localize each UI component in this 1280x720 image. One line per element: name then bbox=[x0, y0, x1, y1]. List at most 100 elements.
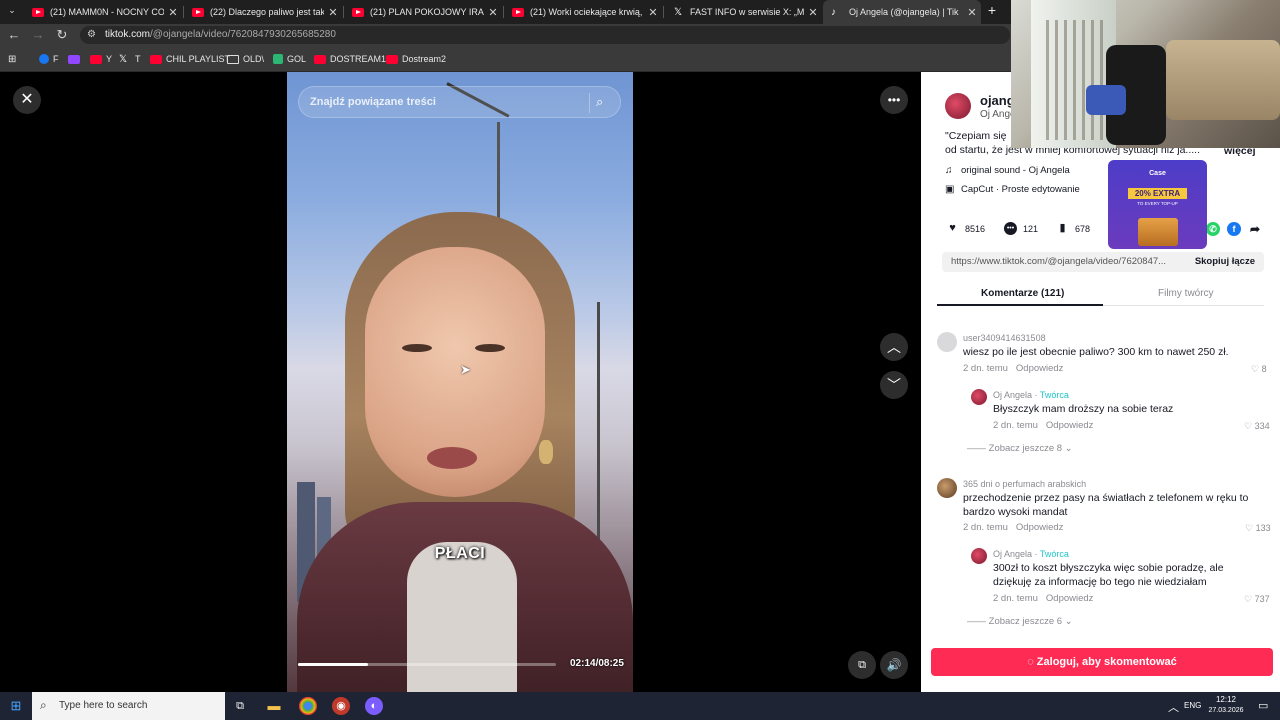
more-options-button[interactable]: ••• bbox=[880, 86, 908, 114]
reply-like[interactable]: ♡ 737 bbox=[1244, 594, 1270, 605]
close-video-button[interactable]: ✕ bbox=[13, 86, 41, 114]
back-button[interactable]: ← bbox=[6, 27, 22, 43]
tab-comments[interactable]: Komentarze (121) bbox=[981, 288, 1064, 299]
video-progress-bar[interactable] bbox=[298, 663, 556, 666]
whatsapp-icon[interactable]: ✆ bbox=[1206, 222, 1220, 236]
bookmark-label: OLD\ bbox=[243, 54, 265, 64]
browser-tab[interactable]: (21) PLAN POKOJOWY IRAN-U ✕ bbox=[344, 0, 502, 24]
bookmark-item[interactable]: DOSTREAM1 bbox=[314, 52, 386, 66]
windows-start-icon[interactable]: ⊞ bbox=[7, 697, 25, 715]
view-more-replies[interactable]: —— Zobacz jeszcze 6 ⌄ bbox=[967, 616, 1073, 627]
video-link[interactable]: https://www.tiktok.com/@ojangela/video/7… bbox=[951, 256, 1176, 267]
reply-meta: 2 dn. temu Odpowiedz bbox=[993, 420, 1093, 431]
close-icon[interactable]: ✕ bbox=[164, 6, 182, 19]
clock-date[interactable]: 27.03.2026 bbox=[1200, 707, 1252, 714]
taskbar-search-input[interactable]: ⌕ Type here to search bbox=[32, 692, 225, 720]
creator-avatar[interactable] bbox=[945, 93, 971, 119]
browser-tab[interactable]: (22) Dlaczego paliwo jest takie ✕ bbox=[184, 0, 342, 24]
video-player[interactable]: Znajdź powiązane treści ⌕ PŁACI 02:14/08… bbox=[287, 72, 633, 692]
like-button[interactable]: ♥ 8516 bbox=[946, 222, 985, 235]
bookmark-item[interactable] bbox=[68, 52, 84, 66]
capcut-link[interactable]: ▣ CapCut · Proste edytowanie bbox=[945, 184, 1080, 195]
close-icon[interactable]: ✕ bbox=[484, 6, 502, 19]
next-video-button[interactable]: ﹀ bbox=[880, 371, 908, 399]
reply-button[interactable]: Odpowiedz bbox=[1046, 420, 1094, 431]
facebook-icon[interactable]: f bbox=[1227, 222, 1241, 236]
forward-button[interactable]: → bbox=[30, 27, 46, 43]
creator-reply-avatar[interactable] bbox=[971, 389, 987, 405]
browser-tab[interactable]: (21) MAMM0N - NOCNY COUN ✕ bbox=[24, 0, 182, 24]
comment-username[interactable]: 365 dni o perfumach arabskich bbox=[963, 479, 1086, 489]
bookmark-label: Dostream2 bbox=[402, 54, 447, 64]
task-view-icon[interactable]: ⧉ bbox=[231, 697, 249, 715]
url-input[interactable]: ⚙ tiktok.com/@ojangela/video/76208479302… bbox=[80, 26, 1010, 44]
reload-button[interactable]: ↻ bbox=[54, 27, 70, 43]
file-explorer-icon[interactable]: ▬ bbox=[265, 697, 283, 715]
clock-time[interactable]: 12:12 bbox=[1206, 695, 1246, 704]
tab-search-icon[interactable]: ⌄ bbox=[4, 5, 20, 19]
notification-icon[interactable]: ▭ bbox=[1258, 699, 1268, 712]
ad-headline: 20% EXTRA bbox=[1128, 188, 1187, 199]
tab-label: FAST INFO w serwisie X: „Minist bbox=[690, 7, 804, 17]
reply-username[interactable]: Oj Angela · Twórca bbox=[993, 390, 1069, 400]
app-icon[interactable]: ◉ bbox=[332, 697, 350, 715]
volume-button[interactable]: 🔊 bbox=[880, 651, 908, 679]
pip-button[interactable]: ⧉ bbox=[848, 651, 876, 679]
app-icon[interactable]: ◐ bbox=[365, 697, 383, 715]
comment-like[interactable]: ♡ 133 bbox=[1245, 523, 1271, 534]
browser-tab-active[interactable]: ♪ Oj Angela (@ojangela) | Tik ✕ bbox=[823, 0, 981, 24]
video-stage: ✕ Znajdź powiązane treści ⌕ PŁACI 02:14/… bbox=[0, 72, 921, 692]
reply-button[interactable]: Odpowiedz bbox=[1046, 593, 1094, 604]
new-tab-button[interactable]: + bbox=[984, 2, 1000, 20]
creator-reply-avatar[interactable] bbox=[971, 548, 987, 564]
youtube-icon bbox=[386, 54, 398, 64]
reply-username[interactable]: Oj Angela · Twórca bbox=[993, 549, 1069, 559]
bookmark-item[interactable]: F bbox=[39, 52, 59, 66]
copy-link-button[interactable]: Skopiuj łącze bbox=[1195, 256, 1255, 267]
details-panel: ojang Oj Ange "Czepiam się od startu, że… bbox=[921, 72, 1280, 692]
close-icon[interactable]: ✕ bbox=[963, 6, 981, 19]
close-icon[interactable]: ✕ bbox=[324, 6, 342, 19]
comment-meta: 2 dn. temu Odpowiedz bbox=[963, 522, 1063, 533]
close-icon[interactable]: ✕ bbox=[644, 6, 662, 19]
site-info-icon[interactable]: ⚙ bbox=[87, 29, 96, 40]
login-to-comment-button[interactable]: ◌ Zaloguj, aby skomentować bbox=[931, 648, 1273, 676]
language-indicator[interactable]: ENG bbox=[1184, 701, 1201, 710]
browser-tab[interactable]: 𝕏 FAST INFO w serwisie X: „Minist ✕ bbox=[664, 0, 822, 24]
comment-button[interactable]: ••• 121 bbox=[1004, 222, 1038, 235]
search-icon[interactable]: ⌕ bbox=[596, 94, 603, 110]
comment-avatar[interactable] bbox=[937, 478, 957, 498]
reply-button[interactable]: Odpowiedz bbox=[1016, 363, 1064, 374]
search-placeholder: Znajdź powiązane treści bbox=[310, 96, 436, 108]
share-arrow-icon[interactable]: ➦ bbox=[1248, 222, 1262, 236]
tab-creator-videos[interactable]: Filmy twórcy bbox=[1158, 288, 1214, 299]
reply-like[interactable]: ♡ 334 bbox=[1244, 421, 1270, 432]
bookmark-item[interactable]: OLD\ bbox=[227, 52, 264, 66]
bookmark-item[interactable]: Y bbox=[90, 52, 112, 66]
creator-name[interactable]: ojang bbox=[980, 93, 1015, 108]
bookmark-item[interactable]: 𝕏 T bbox=[119, 52, 141, 66]
comment-username[interactable]: user3409414631508 bbox=[963, 333, 1046, 343]
comment-like[interactable]: ♡ 8 bbox=[1251, 364, 1267, 375]
ad-popup[interactable]: Case 20% EXTRA TO EVERY TOP-UP bbox=[1108, 160, 1207, 249]
comment-text: przechodzenie przez pasy na światłach z … bbox=[963, 492, 1249, 518]
previous-video-button[interactable]: ︿ bbox=[880, 333, 908, 361]
apps-grid-icon[interactable]: ⊞ bbox=[8, 52, 16, 66]
tray-chevron-icon[interactable]: ︿ bbox=[1168, 699, 1179, 715]
reply-button[interactable]: Odpowiedz bbox=[1016, 522, 1064, 533]
youtube-icon bbox=[314, 54, 326, 64]
chrome-icon[interactable] bbox=[299, 697, 317, 715]
comment-like-count: 133 bbox=[1255, 523, 1271, 533]
bookmark-icon: ▮ bbox=[1059, 222, 1066, 234]
bookmark-item[interactable]: GOL bbox=[273, 52, 306, 66]
related-search-input[interactable]: Znajdź powiązane treści ⌕ bbox=[298, 86, 621, 118]
browser-tab[interactable]: (21) Worki ociekające krwią, a w ✕ bbox=[504, 0, 662, 24]
comment-avatar[interactable] bbox=[937, 332, 957, 352]
close-icon[interactable]: ✕ bbox=[804, 6, 822, 19]
save-button[interactable]: ▮ 678 bbox=[1056, 222, 1090, 235]
bookmark-item[interactable]: CHIL PLAYLIST bbox=[150, 52, 230, 66]
comment-meta: 2 dn. temu Odpowiedz bbox=[963, 363, 1063, 374]
view-more-replies[interactable]: —— Zobacz jeszcze 8 ⌄ bbox=[967, 443, 1073, 454]
sound-link[interactable]: ♫ original sound - Oj Angela bbox=[945, 165, 1070, 176]
bookmark-item[interactable]: Dostream2 bbox=[386, 52, 446, 66]
